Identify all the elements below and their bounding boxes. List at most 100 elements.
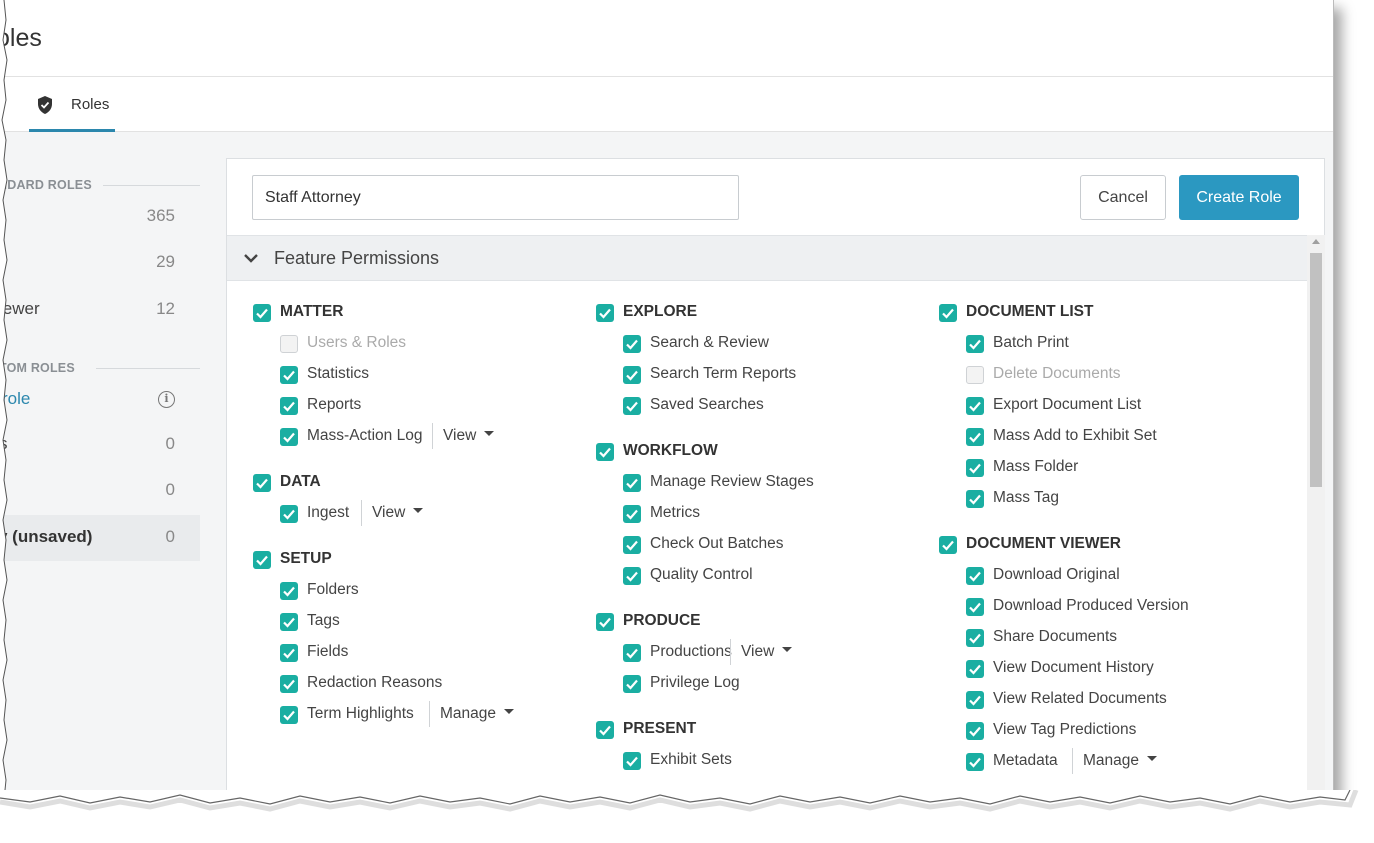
new-role-item[interactable]: role i: [0, 377, 200, 423]
permission-label: Delete Documents: [993, 365, 1121, 382]
permission-checkbox[interactable]: [596, 304, 614, 322]
access-level-value: Manage: [440, 705, 497, 722]
permission-label: Term Highlights: [307, 705, 414, 722]
permission-checkbox[interactable]: [280, 397, 298, 415]
permission-checkbox[interactable]: [280, 644, 298, 662]
permission-checkbox[interactable]: [253, 474, 271, 492]
permission-checkbox[interactable]: [280, 706, 298, 724]
permission-checkbox[interactable]: [623, 397, 641, 415]
permission-label: Tags: [307, 612, 340, 629]
permission-label: Quality Control: [650, 566, 753, 583]
permission-checkbox[interactable]: [966, 459, 984, 477]
access-level-value: View: [372, 504, 406, 521]
tab-bar: Roles: [0, 77, 1333, 132]
permission-label: Metrics: [650, 504, 700, 521]
permission-label: Search & Review: [650, 334, 769, 351]
permission-checkbox[interactable]: [966, 428, 984, 446]
permission-label: Productions: [650, 643, 732, 660]
permission-label: PRESENT: [623, 720, 697, 737]
permission-checkbox[interactable]: [966, 490, 984, 508]
caret-down-icon: [413, 508, 424, 514]
role-item-standard-3[interactable]: iewer 12: [0, 287, 200, 333]
permission-checkbox: [966, 366, 984, 384]
permission-checkbox[interactable]: [596, 613, 614, 631]
access-level-dropdown[interactable]: Manage: [1072, 748, 1158, 774]
permission-checkbox[interactable]: [623, 505, 641, 523]
permission-checkbox[interactable]: [939, 536, 957, 554]
permission-checkbox[interactable]: [939, 304, 957, 322]
permission-checkbox[interactable]: [966, 660, 984, 678]
permission-label: Folders: [307, 581, 359, 598]
feature-permissions-header[interactable]: Feature Permissions: [227, 235, 1307, 281]
permission-checkbox[interactable]: [280, 366, 298, 384]
permission-label: Download Produced Version: [993, 597, 1189, 614]
divider: [96, 368, 200, 369]
permission-label: SETUP: [280, 550, 332, 567]
access-level-dropdown[interactable]: View: [730, 639, 793, 665]
permission-checkbox[interactable]: [280, 613, 298, 631]
permission-checkbox[interactable]: [280, 582, 298, 600]
role-item-standard-1[interactable]: 365: [0, 194, 200, 240]
access-level-dropdown[interactable]: View: [432, 423, 495, 449]
permission-checkbox[interactable]: [623, 474, 641, 492]
permission-checkbox[interactable]: [280, 675, 298, 693]
permission-checkbox[interactable]: [966, 598, 984, 616]
scroll-up-arrow-icon[interactable]: [1312, 239, 1320, 244]
access-level-dropdown[interactable]: Manage: [429, 701, 515, 727]
permission-checkbox[interactable]: [623, 335, 641, 353]
app-window: oles Roles NDARD ROLES 365 29 iewer 12 T…: [0, 0, 1334, 800]
permission-label: Mass Tag: [993, 489, 1060, 506]
permission-checkbox[interactable]: [966, 722, 984, 740]
scroll-thumb[interactable]: [1310, 253, 1322, 487]
permission-label: Mass Folder: [993, 458, 1079, 475]
tab-roles[interactable]: Roles: [29, 77, 115, 132]
role-item-custom-1[interactable]: s 0: [0, 422, 200, 468]
permission-checkbox[interactable]: [280, 428, 298, 446]
create-role-button[interactable]: Create Role: [1179, 175, 1299, 220]
role-item-standard-2[interactable]: 29: [0, 240, 200, 286]
permission-checkbox[interactable]: [966, 397, 984, 415]
permission-checkbox[interactable]: [623, 567, 641, 585]
access-level-dropdown[interactable]: View: [361, 500, 424, 526]
caret-down-icon: [782, 647, 793, 653]
torn-edge-bottom: [0, 790, 1374, 843]
role-user-count: 12: [156, 299, 175, 318]
shield-check-icon: [38, 96, 52, 114]
permission-checkbox[interactable]: [596, 443, 614, 461]
permission-label: Metadata: [993, 752, 1058, 769]
permission-checkbox[interactable]: [966, 335, 984, 353]
permission-checkbox[interactable]: [253, 551, 271, 569]
permission-label: Users & Roles: [307, 334, 407, 351]
permission-checkbox[interactable]: [280, 505, 298, 523]
permission-label: Check Out Batches: [650, 535, 784, 552]
permission-label: Privilege Log: [650, 674, 740, 691]
permission-checkbox[interactable]: [966, 753, 984, 771]
role-item-custom-2[interactable]: 0: [0, 468, 200, 514]
permission-checkbox[interactable]: [966, 629, 984, 647]
permission-label: Fields: [307, 643, 349, 660]
permission-label: Statistics: [307, 365, 370, 382]
permission-checkbox[interactable]: [623, 366, 641, 384]
permission-checkbox[interactable]: [253, 304, 271, 322]
permission-checkbox[interactable]: [966, 691, 984, 709]
info-icon[interactable]: i: [158, 391, 175, 408]
standard-roles-heading: NDARD ROLES: [0, 178, 92, 192]
role-name-input[interactable]: [252, 175, 739, 220]
permission-label: DOCUMENT VIEWER: [966, 535, 1121, 552]
permission-checkbox[interactable]: [623, 675, 641, 693]
role-user-count: 365: [146, 206, 175, 225]
role-user-count: 29: [156, 252, 175, 271]
permission-checkbox[interactable]: [596, 721, 614, 739]
cancel-button[interactable]: Cancel: [1080, 175, 1166, 220]
permission-checkbox[interactable]: [623, 536, 641, 554]
permission-label: Search Term Reports: [650, 365, 797, 382]
permission-label: View Tag Predictions: [993, 721, 1137, 738]
permission-checkbox[interactable]: [623, 752, 641, 770]
role-item-custom-unsaved[interactable]: y (unsaved) 0: [0, 515, 200, 561]
role-name: y (unsaved): [0, 527, 93, 546]
access-level-value: Manage: [1083, 752, 1140, 769]
permission-checkbox[interactable]: [623, 644, 641, 662]
scrollbar[interactable]: [1307, 235, 1325, 800]
permission-checkbox[interactable]: [966, 567, 984, 585]
divider: [103, 185, 200, 186]
